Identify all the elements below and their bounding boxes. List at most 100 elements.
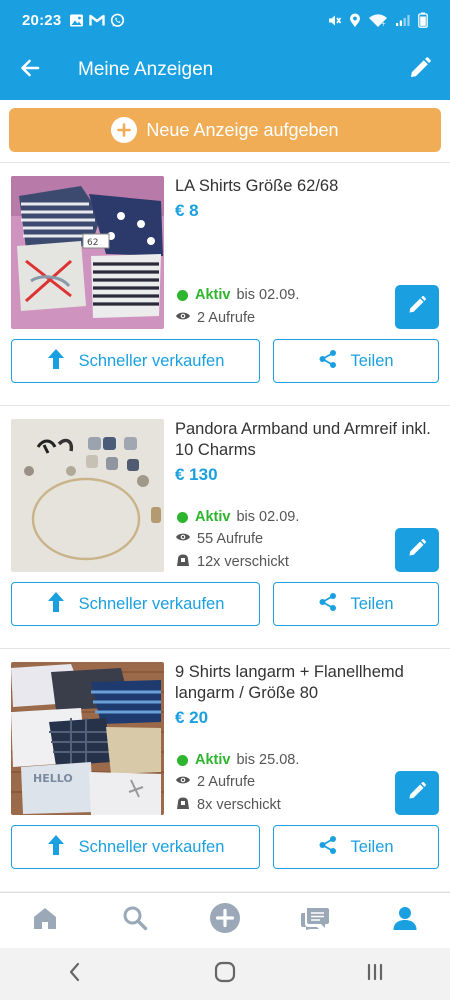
listing-image[interactable]: 62 <box>11 176 164 329</box>
page-title: Meine Anzeigen <box>78 59 214 80</box>
edit-listing-button[interactable] <box>395 285 439 329</box>
messages-icon <box>300 905 330 936</box>
listing-actions: Schneller verkaufen Teilen <box>11 825 439 869</box>
recents-icon <box>365 962 385 987</box>
share-icon <box>318 835 338 860</box>
arrow-up-icon <box>47 348 65 375</box>
new-listing-bar: Neue Anzeige aufgeben <box>0 100 450 162</box>
share-button[interactable]: Teilen <box>273 825 439 869</box>
listing-status: Aktiv bis 02.09. <box>175 509 299 525</box>
listing-card[interactable]: HELLO 9 Shirts langarm + Flanellhemd lan… <box>0 648 450 891</box>
svg-text:62: 62 <box>87 238 98 248</box>
status-bar: 20:23 + <box>0 0 450 40</box>
svg-text:HELLO: HELLO <box>33 772 73 785</box>
system-home-button[interactable] <box>195 948 255 1000</box>
pencil-icon <box>408 56 432 85</box>
gallery-icon <box>69 13 84 28</box>
listing-title[interactable]: Pandora Armband und Armreif inkl. 10 Cha… <box>175 419 437 461</box>
signal-icon <box>395 13 411 27</box>
status-label: Aktiv <box>195 509 231 525</box>
search-icon <box>122 905 148 936</box>
listing-views: 2 Aufrufe <box>175 774 255 790</box>
status-until: bis 25.08. <box>236 752 300 768</box>
chevron-left-icon <box>68 962 82 987</box>
listing-views: 2 Aufrufe <box>175 310 255 326</box>
nav-search[interactable] <box>105 893 165 949</box>
status-time: 20:23 <box>22 11 62 29</box>
share-button[interactable]: Teilen <box>273 339 439 383</box>
add-icon <box>209 902 241 939</box>
location-icon <box>349 13 361 28</box>
system-nav <box>0 948 450 1000</box>
arrow-up-icon <box>47 591 65 618</box>
system-recents-button[interactable] <box>345 948 405 1000</box>
sent-count: 12x verschickt <box>197 554 289 570</box>
status-until: bis 02.09. <box>236 287 300 303</box>
listing-card[interactable]: Pandora Armband und Armreif inkl. 10 Cha… <box>0 405 450 648</box>
back-button[interactable] <box>0 40 60 100</box>
listing-actions: Schneller verkaufen Teilen <box>11 339 439 383</box>
sell-faster-label: Schneller verkaufen <box>78 594 225 613</box>
whatsapp-icon <box>110 13 125 28</box>
listing-status: Aktiv bis 02.09. <box>175 287 299 303</box>
sent-count: 8x verschickt <box>197 797 281 813</box>
battery-icon <box>418 12 428 28</box>
bottom-nav <box>0 892 450 948</box>
listing-list: 62 LA Shirts Größe 62/68 € 8 Aktiv bis 0… <box>0 162 450 892</box>
plus-circle-icon <box>111 117 138 143</box>
views-count: 2 Aufrufe <box>197 310 256 326</box>
edit-listing-button[interactable] <box>395 528 439 572</box>
listing-price: € 8 <box>175 201 199 220</box>
parcel-icon <box>175 796 191 814</box>
status-until: bis 02.09. <box>236 509 300 525</box>
home-square-icon <box>214 961 236 988</box>
pencil-icon <box>407 781 427 806</box>
listing-title[interactable]: 9 Shirts langarm + Flanellhemd langarm /… <box>175 662 437 704</box>
eye-icon <box>175 774 191 790</box>
eye-icon <box>175 310 191 326</box>
listing-card[interactable]: 62 LA Shirts Größe 62/68 € 8 Aktiv bis 0… <box>0 162 450 405</box>
pencil-icon <box>407 295 427 320</box>
share-label: Teilen <box>350 594 394 613</box>
sell-faster-button[interactable]: Schneller verkaufen <box>11 825 260 869</box>
pencil-icon <box>407 538 427 563</box>
edit-listing-button[interactable] <box>395 771 439 815</box>
eye-icon <box>175 531 191 547</box>
listing-actions: Schneller verkaufen Teilen <box>11 582 439 626</box>
listing-price: € 20 <box>175 708 209 727</box>
views-count: 55 Aufrufe <box>197 531 264 547</box>
gmail-icon <box>89 13 106 27</box>
listing-image[interactable]: HELLO <box>11 662 164 815</box>
profile-icon <box>392 905 418 936</box>
svg-text:+: + <box>381 21 386 28</box>
edit-button[interactable] <box>390 40 450 100</box>
active-dot-icon <box>177 511 188 523</box>
new-listing-button[interactable]: Neue Anzeige aufgeben <box>9 108 441 152</box>
listing-image[interactable] <box>11 419 164 572</box>
nav-profile[interactable] <box>375 893 435 949</box>
sell-faster-button[interactable]: Schneller verkaufen <box>11 582 260 626</box>
listing-title[interactable]: LA Shirts Größe 62/68 <box>175 176 437 197</box>
arrow-left-icon <box>18 56 42 85</box>
sell-faster-label: Schneller verkaufen <box>78 351 225 370</box>
listing-price: € 130 <box>175 465 218 484</box>
active-dot-icon <box>177 754 188 766</box>
nav-messages[interactable] <box>285 893 345 949</box>
system-back-button[interactable] <box>45 948 105 1000</box>
app-bar: Meine Anzeigen <box>0 40 450 100</box>
share-icon <box>318 349 338 374</box>
share-label: Teilen <box>350 351 394 370</box>
sell-faster-button[interactable]: Schneller verkaufen <box>11 339 260 383</box>
mute-icon <box>327 13 342 28</box>
nav-home[interactable] <box>15 893 75 949</box>
home-icon <box>32 906 58 935</box>
share-button[interactable]: Teilen <box>273 582 439 626</box>
listing-sent: 8x verschickt <box>175 796 281 814</box>
wifi-icon: + <box>368 13 388 28</box>
listing-sent: 12x verschickt <box>175 553 289 571</box>
parcel-icon <box>175 553 191 571</box>
sell-faster-label: Schneller verkaufen <box>78 837 225 856</box>
nav-add[interactable] <box>195 893 255 949</box>
status-label: Aktiv <box>195 752 231 768</box>
views-count: 2 Aufrufe <box>197 774 256 790</box>
